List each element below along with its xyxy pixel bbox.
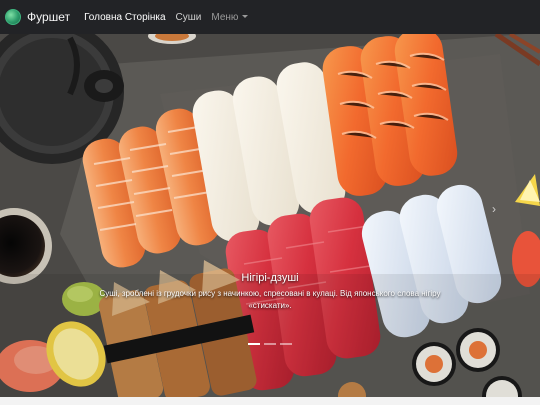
page-bottom-strip — [0, 397, 540, 405]
carousel-indicator[interactable] — [280, 343, 292, 345]
carousel-indicator[interactable] — [264, 343, 276, 345]
carousel-indicators — [0, 343, 540, 345]
brand-logo-icon — [5, 9, 21, 25]
chevron-right-icon[interactable]: › — [492, 202, 496, 216]
brand-name: Фуршет — [27, 10, 71, 24]
navbar: Фуршет Головна Сторінка Суши Меню — [0, 0, 540, 34]
caret-down-icon — [242, 15, 249, 19]
nav-home[interactable]: Головна Сторінка — [84, 12, 165, 23]
nav-menu-dropdown[interactable]: Меню — [211, 11, 249, 23]
brand[interactable]: Фуршет — [5, 9, 70, 25]
caption-text: Суші, зроблені із грудочки рису з начинк… — [99, 289, 441, 310]
nav-menu-label: Меню — [211, 11, 239, 23]
carousel-caption: Нігірі-дзуші Суші, зроблені із грудочки … — [0, 272, 540, 312]
caption-title: Нігірі-дзуші — [241, 272, 299, 284]
carousel-indicator[interactable] — [248, 343, 260, 345]
nav-sushi[interactable]: Суши — [176, 12, 202, 23]
